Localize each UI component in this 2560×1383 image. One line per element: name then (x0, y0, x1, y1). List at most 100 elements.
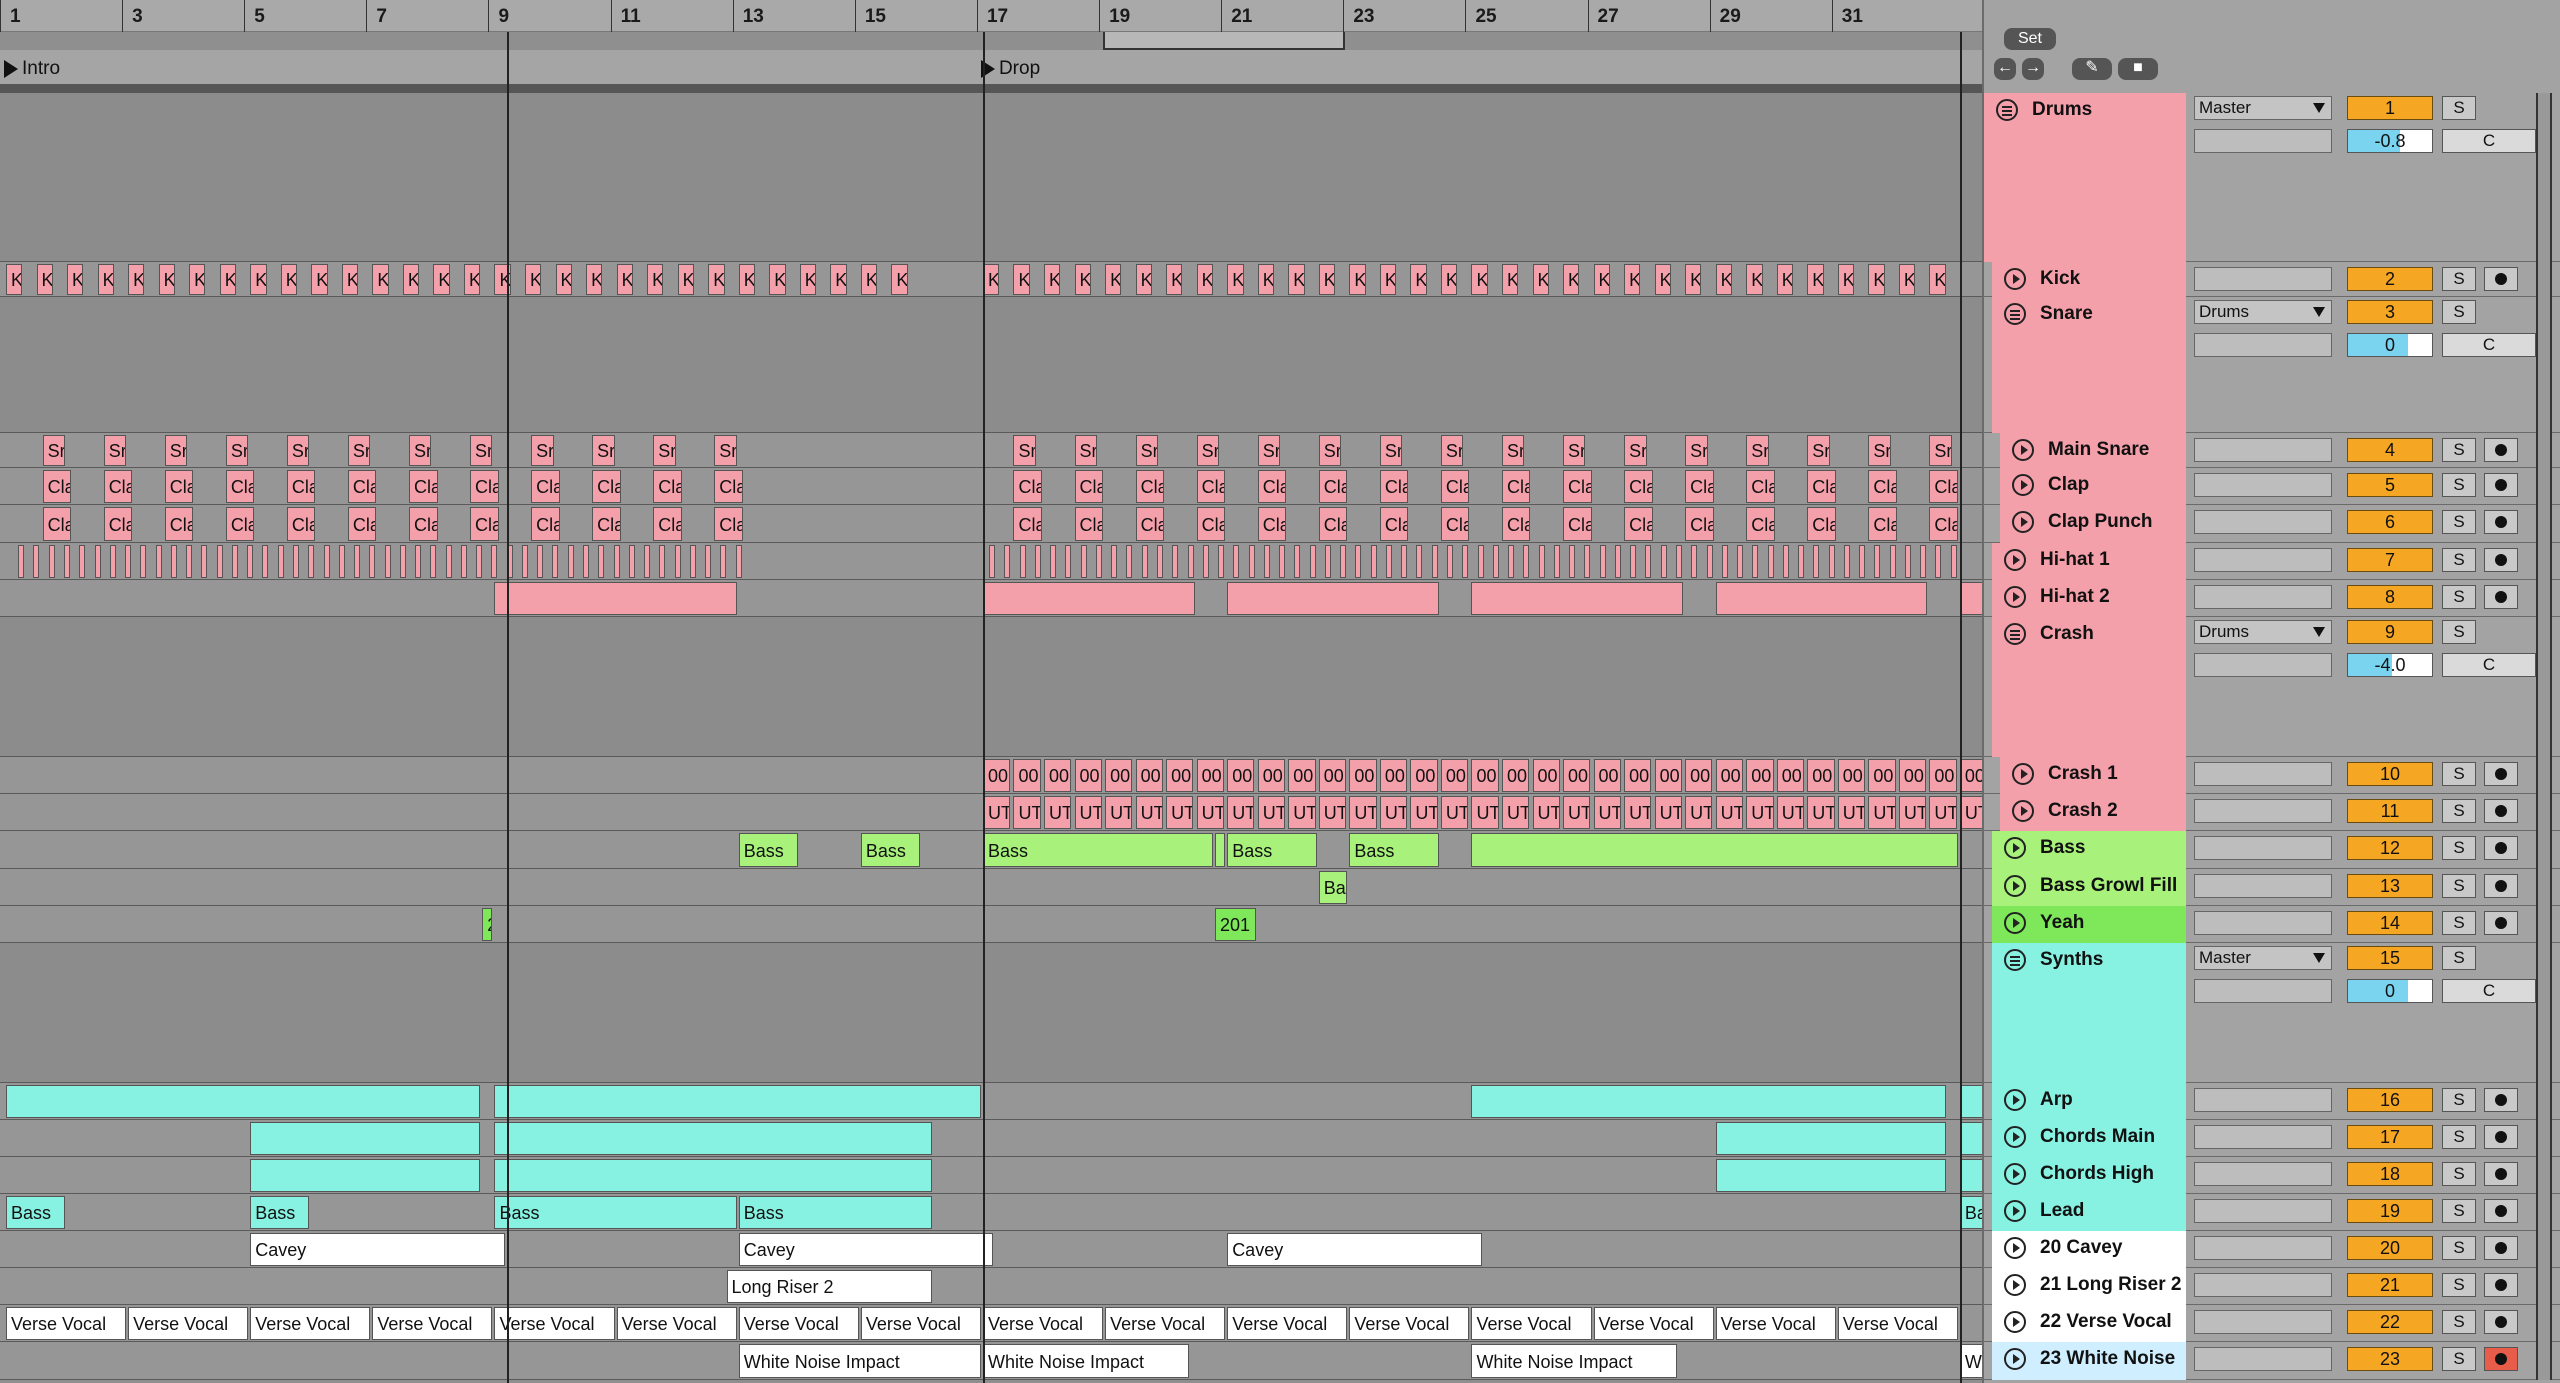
pan-field[interactable]: C (2442, 653, 2536, 677)
hihat-clip[interactable] (1843, 545, 1850, 578)
track-header[interactable]: Crash (1992, 617, 2186, 757)
lead-clip[interactable]: Bass (494, 1196, 737, 1229)
track-lane[interactable] (0, 943, 1982, 1083)
solo-button[interactable]: S (2442, 96, 2476, 120)
hihat-clip[interactable] (1614, 545, 1621, 578)
hihat-clip[interactable] (1553, 545, 1560, 578)
snare-clip[interactable]: Sr (1501, 435, 1525, 466)
kick-clip[interactable]: K (1013, 264, 1030, 295)
track-header[interactable]: Bass Growl Fill (1992, 869, 2186, 906)
record-arm-button[interactable] (2484, 874, 2518, 898)
clap-clip[interactable]: Cla (1929, 470, 1958, 503)
kick-clip[interactable]: K (1654, 264, 1671, 295)
track-header[interactable]: Crash 1 (2000, 757, 2186, 794)
snare-clip[interactable]: Sr (1013, 435, 1036, 466)
kick-clip[interactable]: K (463, 264, 481, 295)
lead-clip[interactable]: Bass (738, 1196, 933, 1229)
chords-high-clip[interactable] (494, 1159, 933, 1192)
hihat-clip[interactable] (1767, 545, 1774, 578)
record-arm-button[interactable] (2484, 510, 2518, 534)
input-routing-box[interactable] (2194, 874, 2332, 898)
kick-clip[interactable]: K (1501, 264, 1519, 295)
kick-clip[interactable]: K (1349, 264, 1366, 295)
chords-high-clip[interactable] (250, 1159, 481, 1192)
kick-clip[interactable]: K (1379, 264, 1397, 295)
hihat-clip[interactable] (1508, 545, 1515, 578)
track-activator-number[interactable]: 7 (2347, 548, 2433, 572)
crash2-clip[interactable]: UT (1105, 796, 1133, 829)
output-routing-select[interactable]: Drums (2194, 620, 2332, 644)
verse-vocal-clip[interactable]: Verse Vocal (1593, 1307, 1714, 1340)
record-arm-button[interactable] (2484, 1162, 2518, 1186)
white-noise-clip[interactable]: White Noise Impact (738, 1344, 981, 1378)
kick-clip[interactable]: K (1166, 264, 1183, 295)
track-header[interactable]: Bass (1992, 831, 2186, 869)
crash1-clip[interactable]: 00 (1135, 759, 1163, 792)
kick-clip[interactable]: K (128, 264, 145, 295)
crash1-clip[interactable]: 00 (1807, 759, 1835, 792)
crash1-clip[interactable]: 00 (1013, 759, 1041, 792)
kick-clip[interactable]: K (1929, 264, 1946, 295)
track-activator-number[interactable]: 3 (2347, 300, 2433, 324)
track-activator-number[interactable]: 13 (2347, 874, 2433, 898)
hihat-clip[interactable] (1065, 545, 1072, 578)
hihat-clip[interactable] (1675, 545, 1682, 578)
bass-clip[interactable]: Bass (860, 833, 920, 867)
verse-vocal-clip[interactable]: Verse Vocal (1837, 1307, 1958, 1340)
bass-clip[interactable] (1214, 833, 1226, 867)
hihat-clip[interactable] (155, 545, 162, 578)
snare-clip[interactable]: Sr (1135, 435, 1159, 466)
snare-clip[interactable]: Sr (1685, 435, 1708, 466)
crash2-clip[interactable]: UT (1135, 796, 1163, 829)
track-header[interactable]: Arp (1992, 1083, 2186, 1120)
cavey-clip[interactable]: Cavey (250, 1233, 505, 1266)
verse-vocal-clip[interactable]: Verse Vocal (1105, 1307, 1226, 1340)
clap-clip[interactable]: Cla (1074, 470, 1104, 503)
hihat-clip[interactable] (521, 545, 528, 578)
volume-field[interactable]: 0 (2347, 333, 2433, 357)
kick-clip[interactable]: K (769, 264, 786, 295)
solo-button[interactable]: S (2442, 1310, 2476, 1334)
hihat-clip[interactable] (292, 545, 299, 578)
clap-punch-clip[interactable]: Cla (1440, 507, 1470, 541)
verse-vocal-clip[interactable]: Verse Vocal (616, 1307, 737, 1340)
hihat-clip[interactable] (1187, 545, 1194, 578)
chords-main-clip[interactable] (250, 1122, 481, 1155)
hihat2-clip[interactable] (1471, 582, 1684, 615)
clap-clip[interactable]: Cla (1807, 470, 1836, 503)
crash2-clip[interactable]: UT (1624, 796, 1652, 829)
hihat-clip[interactable] (1813, 545, 1820, 578)
cavey-clip[interactable]: Cavey (1227, 1233, 1482, 1266)
hihat-clip[interactable] (1233, 545, 1240, 578)
track-activator-number[interactable]: 22 (2347, 1310, 2433, 1334)
snare-clip[interactable]: Sr (1624, 435, 1647, 466)
kick-clip[interactable]: K (1257, 264, 1275, 295)
track-activator-number[interactable]: 16 (2347, 1088, 2433, 1112)
hihat-clip[interactable] (1782, 545, 1789, 578)
verse-vocal-clip[interactable]: Verse Vocal (6, 1307, 127, 1340)
solo-button[interactable]: S (2442, 1199, 2476, 1223)
input-routing-box[interactable] (2194, 438, 2332, 462)
kick-clip[interactable]: K (36, 264, 53, 295)
clap-punch-clip[interactable]: Cla (653, 507, 682, 541)
track-header[interactable]: 23 White Noise (1992, 1342, 2186, 1380)
crash2-clip[interactable]: UT (982, 796, 1011, 829)
hihat-clip[interactable] (1294, 545, 1301, 578)
solo-button[interactable]: S (2442, 799, 2476, 823)
clap-punch-clip[interactable]: Cla (1868, 507, 1897, 541)
hihat-clip[interactable] (628, 545, 635, 578)
group-fold-icon[interactable] (1996, 99, 2018, 121)
fold-play-icon[interactable] (2004, 1089, 2026, 1111)
track-header[interactable]: Crash 2 (2000, 794, 2186, 831)
verse-vocal-clip[interactable]: Verse Vocal (982, 1307, 1104, 1340)
hihat-clip[interactable] (1431, 545, 1438, 578)
crash2-clip[interactable]: UT (1532, 796, 1560, 829)
crash2-clip[interactable]: UT (1776, 796, 1805, 829)
track-activator-number[interactable]: 15 (2347, 946, 2433, 970)
clap-clip[interactable]: Cla (1440, 470, 1470, 503)
solo-button[interactable]: S (2442, 620, 2476, 644)
fold-play-icon[interactable] (2004, 586, 2026, 608)
solo-button[interactable]: S (2442, 438, 2476, 462)
clap-punch-clip[interactable]: Cla (1685, 507, 1714, 541)
kick-clip[interactable]: K (1410, 264, 1427, 295)
